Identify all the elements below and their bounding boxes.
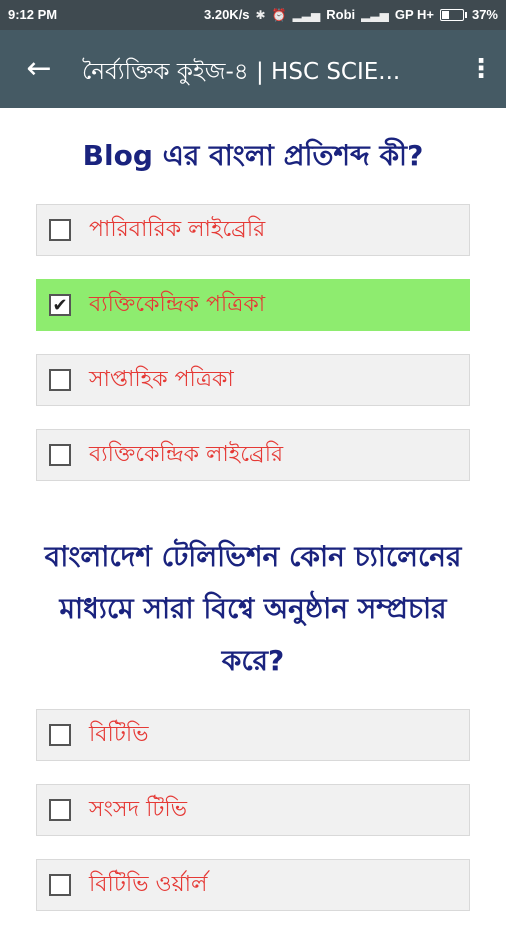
question-2: বাংলাদেশ টেলিভিশন কোন চ্যালেনের মাধ্যমে … — [44, 540, 462, 677]
status-right-group: 3.20K/s ✱ ⏰ ▂▃▅ Robi ▂▃▅ GP H+ 37% — [204, 7, 498, 22]
battery-percent: 37% — [471, 7, 498, 22]
option-label: বিটিভি — [89, 721, 149, 747]
option-label: পারিবারিক লাইব্রেরি — [89, 216, 266, 242]
carrier1-label: Robi — [326, 7, 356, 22]
option-item[interactable]: বিটিভি ওর্য়ার্ল — [36, 859, 470, 911]
app-bar: ← নৈর্ব্যক্তিক কুইজ-৪ | HSC SCIE... ⋮ — [0, 30, 506, 108]
option-label: বিটিভি ওর্য়ার্ল — [89, 871, 208, 897]
option-label: সাপ্তাহিক পত্রিকা — [89, 366, 234, 392]
option-item[interactable]: সংসদ টিভি — [36, 784, 470, 836]
bluetooth-icon: ✱ — [255, 7, 266, 22]
signal-icon: ▂▃▅ — [361, 7, 389, 22]
status-bar: 9:12 PM 3.20K/s ✱ ⏰ ▂▃▅ Robi ▂▃▅ GP H+ 3… — [0, 0, 506, 30]
page-title: নৈর্ব্যক্তিক কুইজ-৪ | HSC SCIE... — [82, 59, 401, 85]
option-item[interactable]: সাপ্তাহিক পত্রিকা — [36, 354, 470, 406]
checkbox[interactable] — [49, 219, 71, 241]
status-time: 9:12 PM — [8, 7, 58, 22]
carrier2-label: GP H+ — [394, 7, 434, 22]
option-item[interactable]: ব্যক্তিকেন্দ্রিক লাইব্রেরি — [36, 429, 470, 481]
option-item[interactable]: পারিবারিক লাইব্রেরি — [36, 204, 470, 256]
quiz-content: Blog এর বাংলা প্রতিশব্দ কী? পারিবারিক লা… — [0, 108, 506, 934]
checkbox[interactable]: ✔ — [49, 294, 71, 316]
option-item[interactable]: ✔ ব্যক্তিকেন্দ্রিক পত্রিকা — [36, 279, 470, 331]
option-label: সংসদ টিভি — [89, 796, 188, 822]
checkbox[interactable] — [49, 874, 71, 896]
alarm-icon: ⏰ — [271, 7, 287, 22]
option-label: ব্যক্তিকেন্দ্রিক পত্রিকা — [89, 291, 266, 317]
checkbox[interactable] — [49, 444, 71, 466]
checkbox[interactable] — [49, 799, 71, 821]
arrow-left-icon[interactable]: ← — [20, 50, 58, 88]
option-item[interactable]: বিটিভি — [36, 709, 470, 761]
battery-icon — [439, 8, 467, 21]
question-1: Blog এর বাংলা প্রতিশব্দ কী? — [82, 139, 424, 172]
question-2-options: বিটিভি সংসদ টিভি বিটিভি ওর্য়ার্ল — [0, 709, 506, 911]
question-1-options: পারিবারিক লাইব্রেরি ✔ ব্যক্তিকেন্দ্রিক প… — [0, 204, 506, 481]
network-speed: 3.20K/s — [204, 7, 250, 22]
checkbox[interactable] — [49, 724, 71, 746]
signal-icon: ▂▃▅ — [292, 7, 321, 22]
checkbox[interactable] — [49, 369, 71, 391]
more-vert-icon[interactable]: ⋮ — [468, 50, 494, 88]
option-label: ব্যক্তিকেন্দ্রিক লাইব্রেরি — [89, 441, 284, 467]
